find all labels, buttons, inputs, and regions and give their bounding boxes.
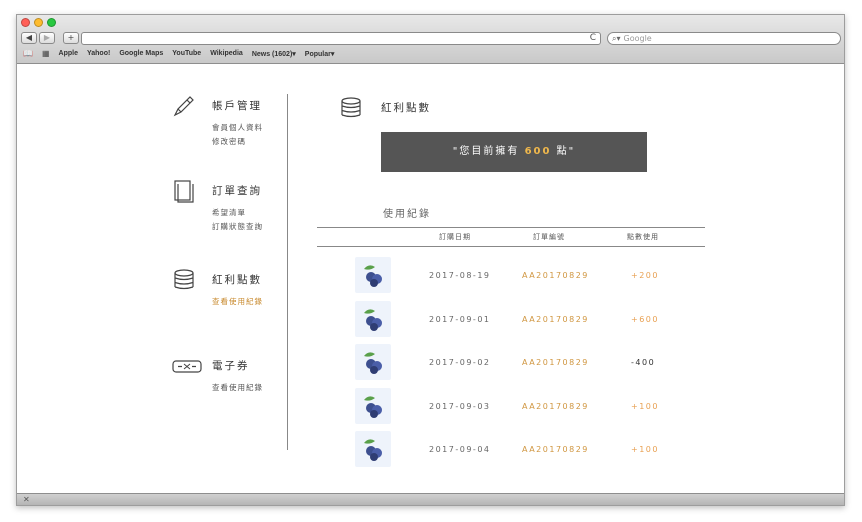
plus-icon: +: [67, 33, 75, 42]
sidebar-title: 帳戶管理: [212, 100, 262, 112]
bookmarks-bar: 📖 ▦ Apple Yahoo! Google Maps YouTube Wik…: [23, 49, 334, 58]
back-arrow-icon: ◀: [25, 33, 33, 42]
product-thumbnail[interactable]: [355, 431, 391, 467]
browser-toolbar: ◀ ▶ + C ⌕▾ Google 📖 ▦ Apple Yahoo! Google…: [17, 15, 844, 64]
blueberries-icon: [364, 352, 382, 374]
product-thumbnail[interactable]: [355, 344, 391, 380]
table-body: 2017-08-19 AA20170829 +200 2017-09-01 AA2017…: [317, 247, 705, 467]
search-icon: ⌕▾: [612, 34, 621, 43]
bookmark-item[interactable]: YouTube: [172, 50, 201, 57]
window-controls: [21, 18, 56, 27]
product-thumbnail[interactable]: [355, 387, 391, 424]
points-change: +100: [631, 401, 659, 411]
product-thumbnail[interactable]: [355, 300, 391, 337]
sidebar-title: 訂單查詢: [212, 185, 262, 197]
order-date: 2017-09-04: [429, 445, 491, 454]
table-header: 訂購日期 訂單編號 點數使用: [317, 227, 705, 247]
points-change: -400: [631, 358, 656, 367]
blueberries-icon: [364, 308, 382, 331]
search-field[interactable]: ⌕▾ Google: [607, 32, 841, 45]
navigation-buttons: ◀ ▶ +: [21, 32, 79, 44]
reload-icon[interactable]: C: [590, 33, 596, 44]
sidebar-divider: [287, 94, 288, 450]
table-row: 2017-09-01 AA20170829 +600: [317, 291, 705, 337]
order-number-link[interactable]: AA20170829: [522, 271, 589, 280]
forward-arrow-icon: ▶: [43, 33, 51, 42]
coins-icon: [174, 269, 194, 290]
order-number-link[interactable]: AA20170829: [522, 445, 589, 454]
back-button[interactable]: ◀: [21, 32, 37, 44]
blueberries-icon: [364, 395, 382, 418]
browser-window: ◀ ▶ + C ⌕▾ Google 📖 ▦ Apple Yahoo! Google…: [16, 14, 845, 506]
zoom-window-button[interactable]: [47, 18, 56, 27]
table-row: 2017-08-19 AA20170829 +200: [317, 247, 705, 293]
bookmark-item[interactable]: Apple: [59, 50, 78, 57]
sidebar-link-wishlist[interactable]: 希望清單: [212, 206, 263, 220]
sidebar-link-order-status[interactable]: 訂購狀態查詢: [212, 220, 263, 234]
sidebar-link-profile[interactable]: 會員個人資料: [212, 121, 263, 135]
new-tab-button[interactable]: +: [63, 32, 79, 44]
bookmark-item[interactable]: Wikipedia: [210, 50, 243, 57]
close-window-button[interactable]: [21, 18, 30, 27]
order-date: 2017-08-19: [429, 271, 491, 280]
table-row: 2017-09-04 AA20170829 +100: [317, 421, 705, 467]
grid-icon[interactable]: ▦: [42, 49, 50, 58]
coins-icon: [341, 97, 361, 118]
order-date: 2017-09-02: [429, 358, 491, 367]
order-number-link[interactable]: AA20170829: [522, 402, 589, 411]
blueberries-icon: [364, 439, 382, 461]
banner-prefix: "您目前擁有: [452, 146, 525, 157]
points-balance-banner: "您目前擁有 600 點": [381, 132, 647, 172]
document-icon: [174, 180, 194, 203]
order-date: 2017-09-03: [429, 401, 491, 411]
minimize-window-button[interactable]: [34, 18, 43, 27]
order-number-link[interactable]: AA20170829: [522, 358, 589, 367]
sidebar-link-points-history[interactable]: 查看使用紀錄: [212, 295, 263, 309]
column-header-order: 訂單編號: [533, 233, 565, 241]
sidebar-link-coupon-history[interactable]: 查看使用紀錄: [212, 381, 263, 395]
bookmark-item[interactable]: News (1602)▾: [252, 50, 296, 58]
table-row: 2017-09-02 AA20170829 -400: [317, 334, 705, 380]
points-history-table: 訂購日期 訂單編號 點數使用 2017-08-19 AA20170829 +200 2…: [317, 227, 705, 467]
pencil-icon: [173, 96, 194, 117]
bookmark-item[interactable]: Popular▾: [305, 50, 335, 58]
ticket-icon: [172, 360, 202, 373]
sidebar-link-password[interactable]: 修改密碼: [212, 135, 263, 149]
column-header-date: 訂購日期: [439, 233, 471, 241]
order-date: 2017-09-01: [429, 314, 491, 324]
page-content: 帳戶管理 會員個人資料 修改密碼 訂單查詢 希望清單 訂購狀態查詢 紅利點數 查…: [17, 64, 844, 494]
bookmark-item[interactable]: Google Maps: [119, 50, 163, 57]
order-number-link[interactable]: AA20170829: [522, 315, 589, 324]
address-bar[interactable]: C: [81, 32, 601, 45]
product-thumbnail[interactable]: [355, 257, 391, 293]
blueberries-icon: [364, 265, 382, 287]
table-row: 2017-09-03 AA20170829 +100: [317, 378, 705, 424]
column-header-points: 點數使用: [627, 233, 659, 241]
close-status-icon[interactable]: ✕: [23, 495, 30, 504]
sidebar-title: 紅利點數: [212, 274, 262, 286]
points-change: +600: [631, 314, 659, 324]
points-change: +100: [631, 445, 659, 454]
points-balance-value: 600: [524, 146, 552, 157]
records-title: 使用紀錄: [383, 209, 431, 220]
banner-suffix: 點": [551, 146, 576, 157]
forward-button[interactable]: ▶: [39, 32, 55, 44]
bookmark-item[interactable]: Yahoo!: [87, 50, 110, 57]
book-icon[interactable]: 📖: [23, 49, 33, 58]
points-change: +200: [631, 271, 659, 280]
status-bar: ✕: [17, 493, 844, 505]
page-title: 紅利點數: [381, 102, 431, 114]
sidebar-title: 電子券: [212, 360, 250, 372]
search-placeholder: Google: [623, 34, 652, 43]
